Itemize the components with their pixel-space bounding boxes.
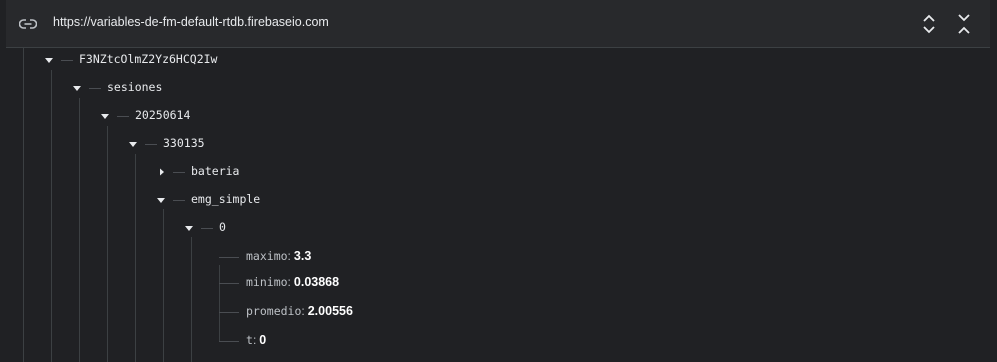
tree-guide-line: [23, 47, 24, 362]
tree-connector: [117, 116, 129, 117]
node-key-emg-simple[interactable]: emg_simple: [191, 192, 260, 206]
leaf-value[interactable]: 3.3: [294, 249, 311, 263]
tree-connector: [219, 341, 239, 342]
chevrons-expand-icon: [923, 14, 935, 34]
tree-connector: [173, 172, 185, 173]
tree-guide-line: [107, 126, 108, 362]
leaf-value[interactable]: 0: [259, 333, 266, 347]
firebase-realtime-database-viewer: https://variables-de-fm-default-rtdb.fir…: [0, 0, 997, 362]
leaf-row[interactable]: maximo: 3.3: [246, 249, 311, 263]
caret-down-icon[interactable]: [42, 53, 56, 67]
tree-guide-line: [219, 265, 220, 341]
data-tree: F3NZtcOlmZ2Yz6HCQ2Iw sesiones 20250614 3…: [0, 47, 997, 362]
leaf-row[interactable]: t: 0: [246, 333, 266, 347]
leaf-value[interactable]: 0.03868: [294, 275, 339, 289]
tree-connector: [219, 283, 239, 284]
caret-right-icon[interactable]: [154, 165, 168, 179]
link-icon: [18, 17, 38, 29]
tree-connector: [89, 88, 101, 89]
leaf-key: t: [246, 333, 253, 347]
tree-guide-line: [191, 237, 192, 362]
leaf-row[interactable]: minimo: 0.03868: [246, 275, 339, 289]
caret-down-icon[interactable]: [70, 81, 84, 95]
tree-connector: [219, 312, 239, 313]
tree-guide-line: [79, 98, 80, 362]
leaf-key: minimo: [246, 275, 288, 289]
tree-connector: [201, 228, 213, 229]
node-key-bateria[interactable]: bateria: [191, 164, 239, 178]
tree-connector: [219, 257, 239, 258]
chevrons-collapse-icon: [958, 14, 970, 34]
node-key-sesiones[interactable]: sesiones: [107, 80, 162, 94]
node-key-root[interactable]: F3NZtcOlmZ2Yz6HCQ2Iw: [79, 52, 217, 66]
node-key-date[interactable]: 20250614: [135, 108, 190, 122]
caret-down-icon[interactable]: [126, 137, 140, 151]
expand-all-button[interactable]: [919, 13, 939, 35]
tree-connector: [61, 60, 73, 61]
leaf-key: maximo: [246, 249, 288, 263]
caret-down-icon[interactable]: [182, 221, 196, 235]
node-key-session[interactable]: 330135: [163, 136, 205, 150]
caret-down-icon[interactable]: [98, 109, 112, 123]
caret-down-icon[interactable]: [154, 193, 168, 207]
tree-connector: [145, 144, 157, 145]
leaf-value[interactable]: 2.00556: [308, 304, 353, 318]
leaf-key: promedio: [246, 304, 302, 318]
database-url[interactable]: https://variables-de-fm-default-rtdb.fir…: [53, 15, 329, 29]
leaf-row[interactable]: promedio: 2.00556: [246, 304, 353, 318]
tree-connector: [173, 200, 185, 201]
collapse-all-button[interactable]: [954, 13, 974, 35]
tree-guide-line: [51, 70, 52, 362]
tree-guide-line: [135, 154, 136, 362]
node-key-index[interactable]: 0: [219, 220, 226, 234]
tree-guide-line: [163, 209, 164, 362]
database-url-bar: https://variables-de-fm-default-rtdb.fir…: [6, 0, 990, 48]
